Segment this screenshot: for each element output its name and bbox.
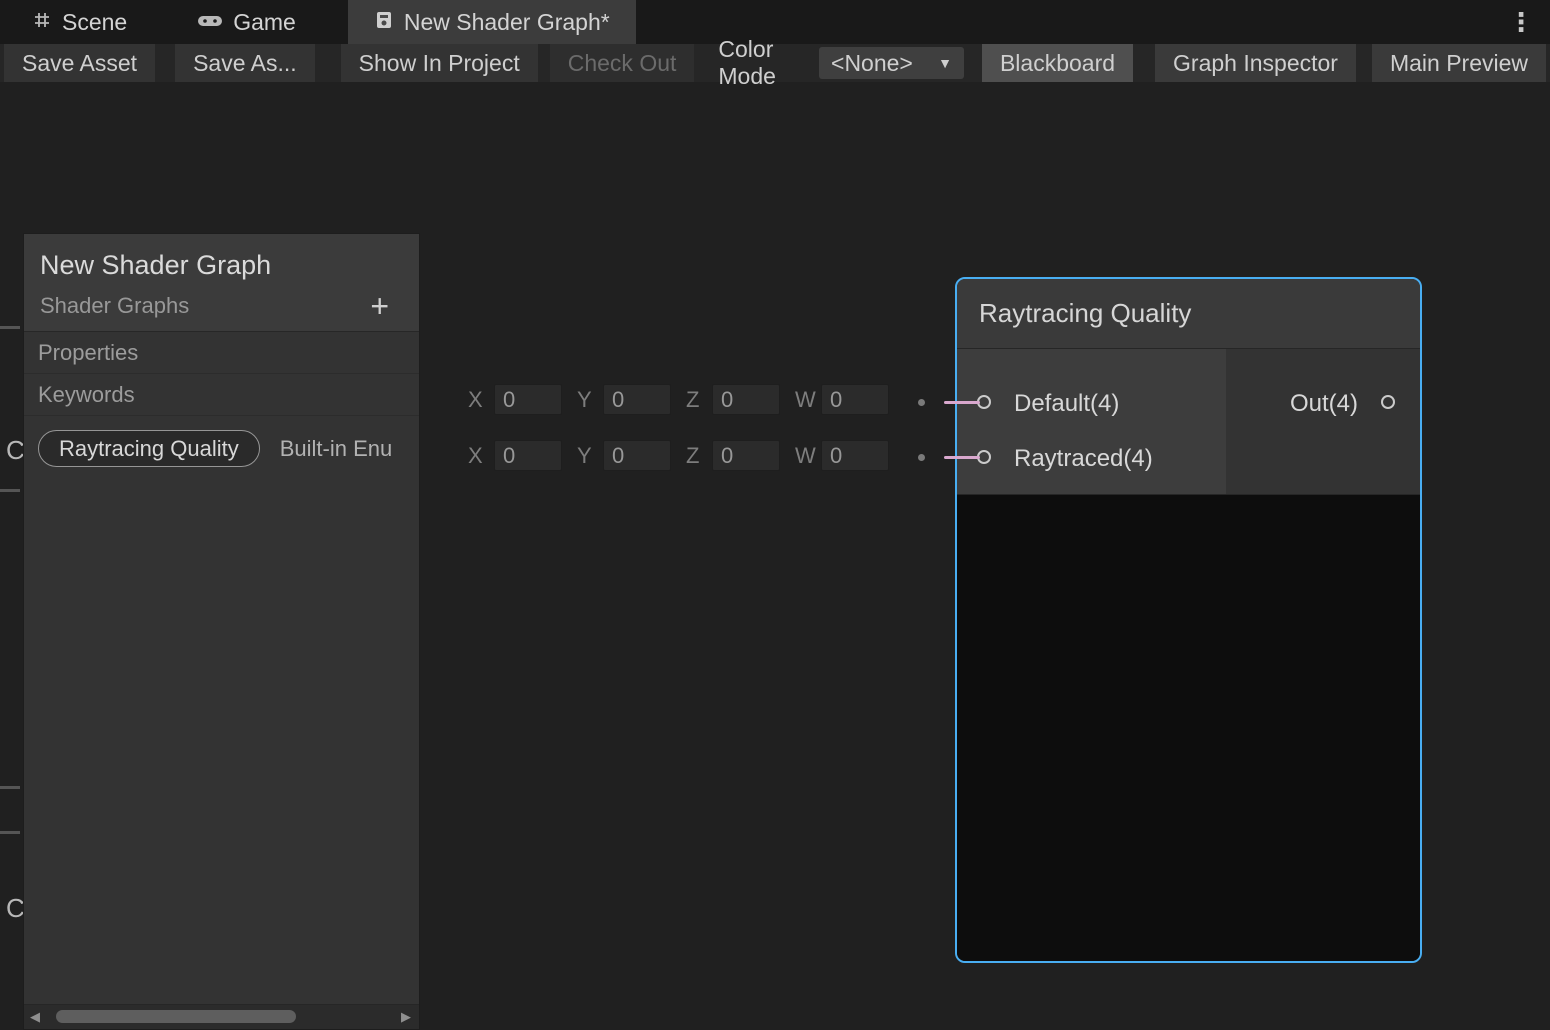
offscreen-node-label: C [6,435,25,466]
node-title-bar[interactable]: Raytracing Quality [957,279,1420,349]
output-port-out-icon[interactable] [1381,395,1395,409]
blackboard-horizontal-scrollbar[interactable]: ◀ ▶ [24,1004,419,1029]
edge-to-default-port[interactable] [944,401,980,404]
save-as-button[interactable]: Save As... [175,44,315,82]
vector-field-z: Z [686,384,780,415]
axis-label-z: Z [686,387,712,413]
vector-value-z-input[interactable] [712,384,780,415]
vector-value-w-input[interactable] [821,440,889,471]
check-out-button: Check Out [550,44,695,82]
blackboard-body [24,481,419,1004]
input-port-default-label: Default(4) [1014,390,1119,418]
shader-graph-window: Scene Game New Shader Graph* ⋮ Save Asse… [0,0,1550,1030]
node-preview-area [957,495,1420,961]
vector-field-y: Y [577,384,671,415]
color-mode-dropdown[interactable]: <None> ▼ [819,47,964,79]
save-asset-button[interactable]: Save Asset [4,44,155,82]
vector-field-z: Z [686,440,780,471]
vector-field-w: W [795,440,889,471]
edge-kink-dot [918,399,925,406]
scroll-right-icon[interactable]: ▶ [401,1009,411,1025]
keyword-type-label: Built-in Enu [280,436,405,462]
axis-label-x: X [468,387,494,413]
blackboard-toggle-button[interactable]: Blackboard [982,44,1133,82]
offscreen-node-fragment [0,489,20,492]
show-in-project-button[interactable]: Show In Project [341,44,538,82]
gamepad-icon [197,9,223,36]
node-title: Raytracing Quality [979,298,1191,329]
blackboard-section-keywords[interactable]: Keywords [24,374,419,416]
vector-field-x: X [468,384,562,415]
tab-new-shader-graph-label: New Shader Graph* [404,9,610,36]
add-property-button[interactable]: + [370,295,403,317]
tab-new-shader-graph[interactable]: New Shader Graph* [348,0,636,44]
vector4-input-row-raytraced: X Y Z W [468,440,904,471]
offscreen-node-fragment [0,326,20,329]
node-raytracing-quality[interactable]: Raytracing Quality Default(4) Raytraced(… [955,277,1422,963]
grid-icon [32,9,52,36]
tab-game[interactable]: Game [171,0,322,44]
tab-game-label: Game [233,9,296,36]
offscreen-node-label: C [6,893,25,924]
edge-to-raytraced-port[interactable] [944,456,980,459]
vector-value-w-input[interactable] [821,384,889,415]
tab-scene-label: Scene [62,9,127,36]
axis-label-w: W [795,387,821,413]
main-preview-toggle-button[interactable]: Main Preview [1372,44,1546,82]
scroll-left-icon[interactable]: ◀ [30,1009,40,1025]
input-port-raytraced-label: Raytraced(4) [1014,445,1153,473]
vector-value-x-input[interactable] [494,384,562,415]
vector-value-y-input[interactable] [603,440,671,471]
tab-scene[interactable]: Scene [6,0,153,44]
vector-field-w: W [795,384,889,415]
blackboard-panel: New Shader Graph Shader Graphs + Propert… [23,233,420,1030]
vector-field-y: Y [577,440,671,471]
vector-value-y-input[interactable] [603,384,671,415]
color-mode-label: Color Mode [712,44,807,82]
blackboard-subtitle: Shader Graphs [40,293,189,319]
graph-inspector-toggle-button[interactable]: Graph Inspector [1155,44,1356,82]
vector-value-z-input[interactable] [712,440,780,471]
kebab-menu-icon[interactable]: ⋮ [1492,0,1550,44]
chevron-down-icon: ▼ [938,55,952,71]
output-port-out-label: Out(4) [1290,390,1358,418]
offscreen-node-fragment [0,831,20,834]
graph-toolbar: Save Asset Save As... Show In Project Ch… [0,44,1550,82]
keyword-pill-raytracing-quality[interactable]: Raytracing Quality [38,430,260,467]
keyword-field-row: Raytracing Quality Built-in Enu [24,416,419,481]
color-mode-value: <None> [831,50,913,77]
axis-label-x: X [468,443,494,469]
shader-graph-asset-icon [374,9,394,36]
vector-value-x-input[interactable] [494,440,562,471]
blackboard-header[interactable]: New Shader Graph Shader Graphs + [24,234,419,332]
axis-label-w: W [795,443,821,469]
scrollbar-thumb[interactable] [56,1010,296,1023]
blackboard-title: New Shader Graph [40,250,403,281]
node-port-section: Default(4) Raytraced(4) Out(4) [957,349,1420,495]
edge-kink-dot [918,454,925,461]
axis-label-z: Z [686,443,712,469]
vector4-input-row-default: X Y Z W [468,384,904,415]
offscreen-node-fragment [0,786,20,789]
blackboard-section-properties[interactable]: Properties [24,332,419,374]
axis-label-y: Y [577,443,603,469]
vector-field-x: X [468,440,562,471]
axis-label-y: Y [577,387,603,413]
